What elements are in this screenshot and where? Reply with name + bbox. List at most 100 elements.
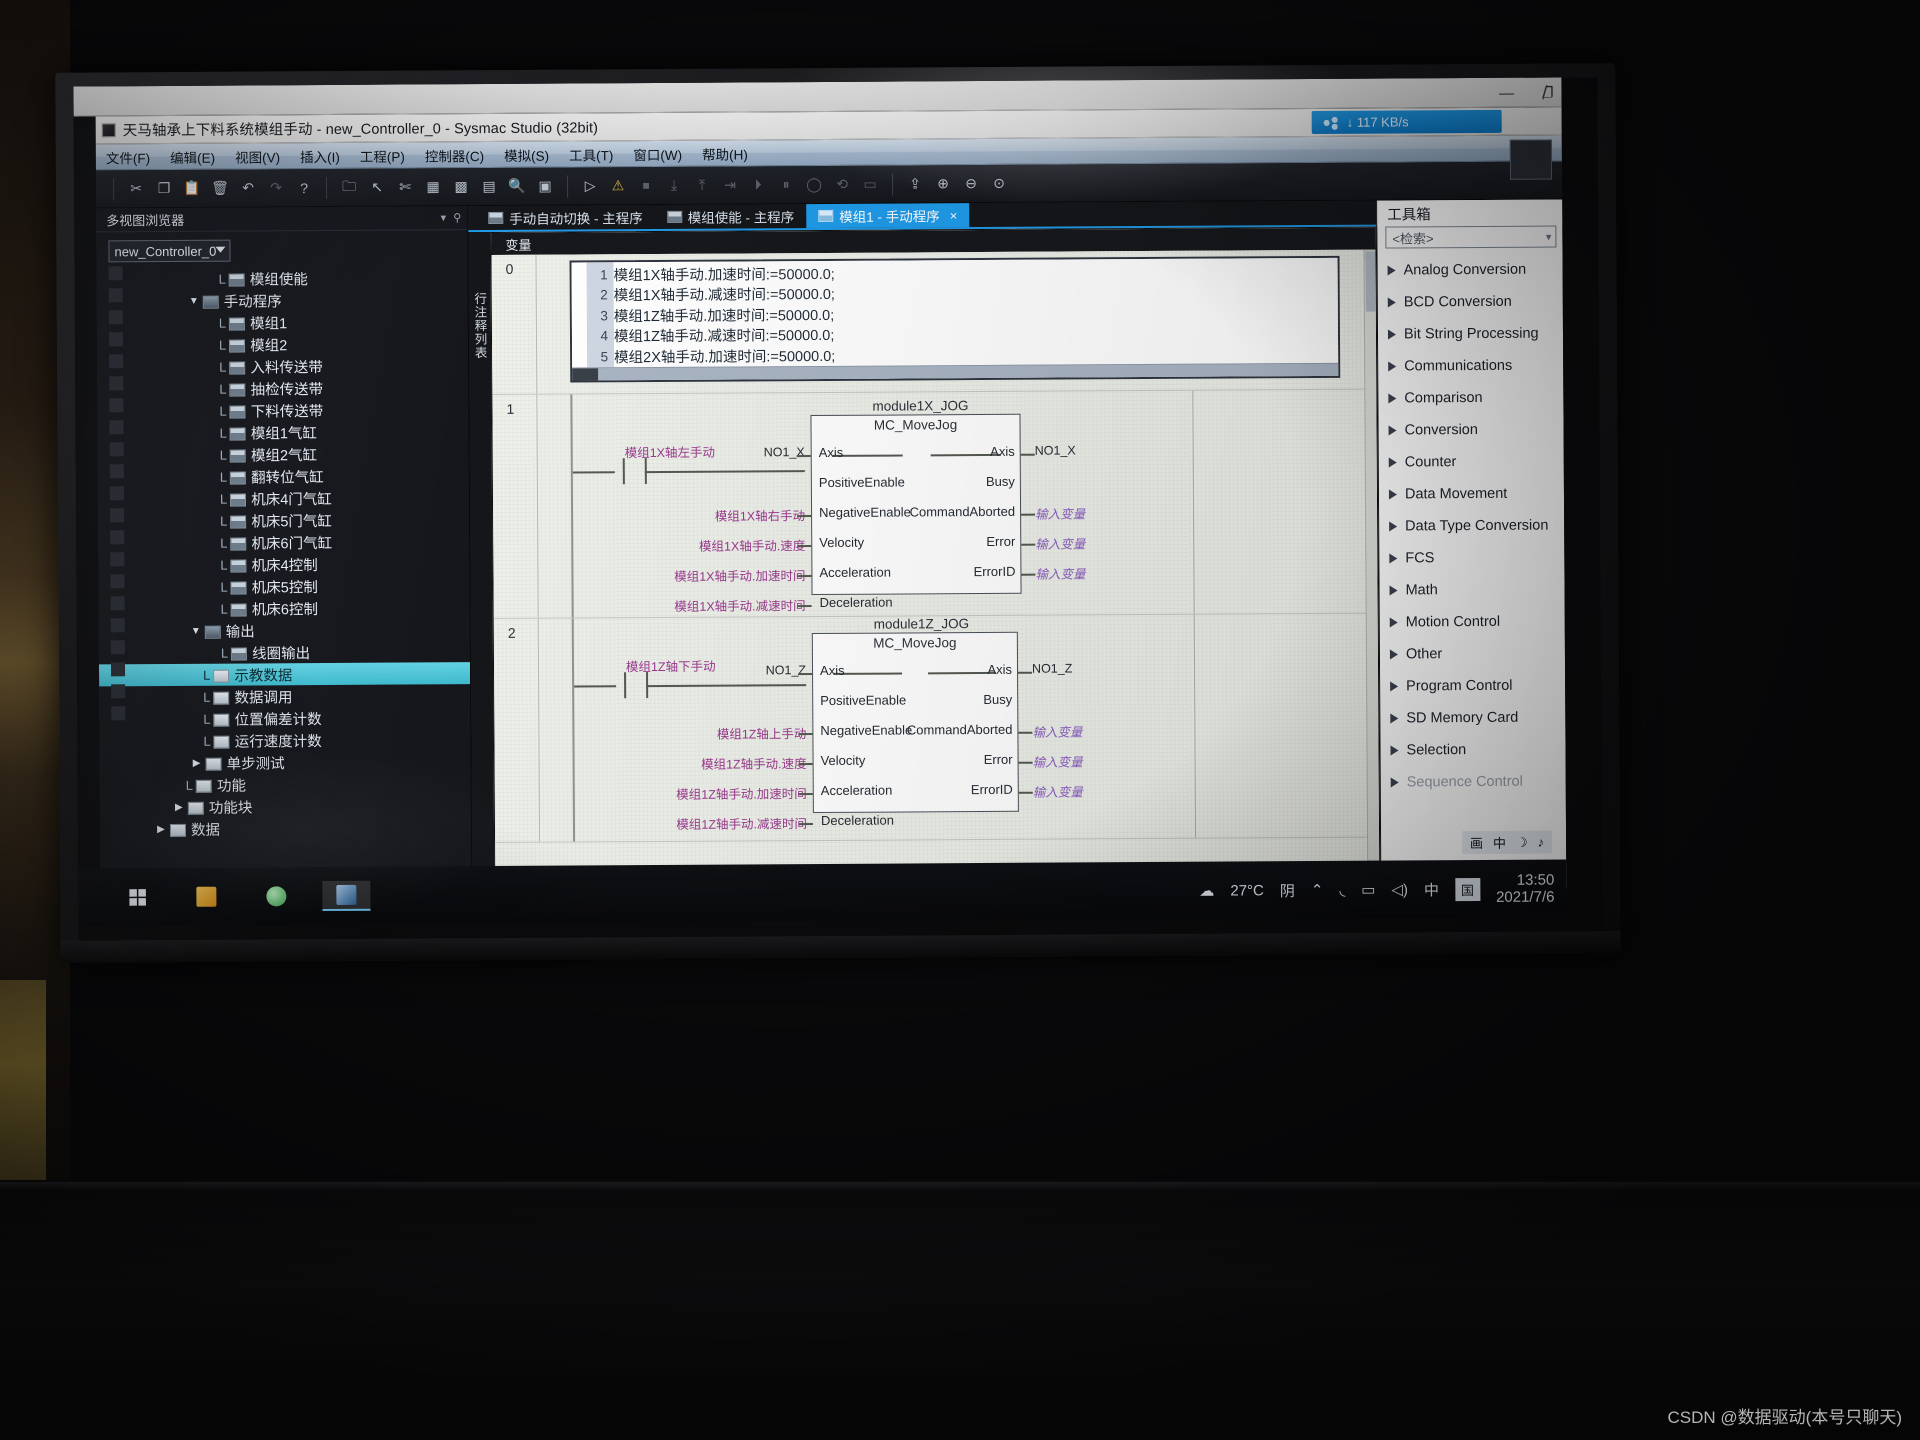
open-folder-icon[interactable]: 🗀: [336, 174, 362, 200]
fb-output-value[interactable]: NO1_X: [1035, 443, 1145, 457]
chevron-down-icon[interactable]: ▼: [189, 625, 203, 636]
tree-item-10[interactable]: L 机床4门气缸: [98, 486, 469, 510]
tree-item-5[interactable]: L 抽检传送带: [97, 376, 468, 400]
menu-item-edit[interactable]: 编辑(E): [170, 146, 215, 166]
zoom-fit-icon[interactable]: ⊙: [986, 170, 1012, 196]
tree-item-1[interactable]: ▼ 手动程序: [97, 288, 468, 312]
chevron-right-icon[interactable]: [1388, 393, 1397, 404]
tree-item-13[interactable]: L 机床4控制: [98, 552, 469, 576]
menu-item-simulation[interactable]: 模拟(S): [504, 144, 549, 164]
chevron-right-icon[interactable]: [1389, 617, 1398, 628]
chevron-up-icon[interactable]: ⌃: [1311, 881, 1324, 899]
fb-output-value[interactable]: 输入变量: [1033, 781, 1153, 801]
tree-item-14[interactable]: L 机床5控制: [98, 574, 469, 598]
controller-select[interactable]: new_Controller_0: [108, 239, 231, 263]
paste-icon[interactable]: 📋: [179, 175, 205, 201]
fb-output-value[interactable]: 输入变量: [1035, 563, 1155, 583]
step-into-icon[interactable]: ⤓: [661, 172, 687, 198]
tree-item-24[interactable]: ▶ 功能块: [100, 794, 471, 818]
menu-item-tools[interactable]: 工具(T): [569, 144, 613, 164]
toolbox-item-10[interactable]: Math: [1379, 573, 1564, 606]
ladder-editor[interactable]: 变量 0 1 模组1X轴手动.加速时间:=50000.0; 2 模组1X轴手动.…: [490, 226, 1381, 894]
chevron-right-icon[interactable]: [1390, 745, 1399, 756]
ime-indicator-1[interactable]: 中: [1493, 833, 1506, 852]
tree-item-23[interactable]: L 功能: [100, 772, 471, 796]
ime-box[interactable]: 国: [1454, 877, 1481, 901]
st-code-hscroll-thumb[interactable]: [572, 367, 599, 381]
editor-vertical-scrollbar[interactable]: [1363, 249, 1381, 872]
ime-floating-bar[interactable]: 画 中 ☽ ♪: [1461, 830, 1553, 855]
menu-item-controller[interactable]: 控制器(C): [425, 145, 484, 165]
ime-indicator-0[interactable]: 画: [1470, 833, 1483, 852]
run-icon[interactable]: ⏵: [745, 172, 771, 198]
tab-manual-auto-switch[interactable]: 手动自动切换 - 主程序: [476, 205, 655, 230]
tree-item-9[interactable]: L 翻转位气缸: [98, 464, 469, 488]
minimize-button[interactable]: —: [1499, 84, 1514, 101]
pin-icon[interactable]: ⚲: [453, 211, 461, 224]
tree-item-0[interactable]: L 模组使能: [97, 266, 468, 290]
toolbox-item-4[interactable]: Comparison: [1378, 381, 1563, 414]
table-icon[interactable]: ▤: [476, 173, 502, 199]
ime-indicator-2[interactable]: ☽: [1516, 834, 1528, 850]
tree-item-17[interactable]: L 线圈输出: [99, 640, 470, 664]
taskbar-app-sysmac-studio[interactable]: [322, 880, 371, 912]
search-icon[interactable]: ▾: [1546, 231, 1552, 244]
rung-2[interactable]: 2 模组1Z轴下手动 module1Z_JOG MC_MoveJog Axis …: [493, 613, 1368, 843]
tree-item-3[interactable]: L 模组2: [97, 332, 468, 356]
chevron-right-icon[interactable]: [1390, 713, 1399, 724]
st-code-hscroll-trough[interactable]: [598, 363, 1339, 381]
tree-item-4[interactable]: L 入料传送带: [97, 354, 468, 378]
fb-input-value[interactable]: 模组1X轴手动.减速时间: [598, 595, 806, 615]
tree-item-8[interactable]: L 模组2气缸: [98, 442, 469, 466]
toolbox-item-5[interactable]: Conversion: [1378, 413, 1563, 446]
step-over-icon[interactable]: ⤒: [689, 172, 715, 198]
toolbox-item-12[interactable]: Other: [1380, 637, 1565, 670]
redo-icon[interactable]: ↷: [263, 175, 289, 201]
chevron-right-icon[interactable]: [1388, 425, 1397, 436]
stop-icon[interactable]: ⏹: [633, 172, 659, 198]
fb-input-value[interactable]: 模组1Z轴手动.速度: [615, 753, 807, 773]
menu-item-insert[interactable]: 插入(I): [300, 145, 340, 165]
fb-input-value[interactable]: 模组1X轴手动.速度: [613, 535, 805, 555]
chevron-down-icon[interactable]: ▼: [187, 295, 201, 306]
fb-output-value[interactable]: 输入变量: [1035, 503, 1155, 523]
chevron-right-icon[interactable]: [1387, 329, 1397, 340]
ime-mode-label[interactable]: 中: [1424, 879, 1439, 900]
toolbox-item-13[interactable]: Program Control: [1380, 669, 1565, 702]
menu-item-file[interactable]: 文件(F): [106, 147, 150, 167]
chevron-right-icon[interactable]: [1389, 585, 1398, 596]
fb-input-value[interactable]: NO1_Z: [614, 663, 806, 678]
toolbox-item-9[interactable]: FCS: [1379, 541, 1564, 574]
chevron-right-icon[interactable]: [1387, 297, 1396, 308]
chevron-right-icon[interactable]: [1388, 457, 1397, 468]
tree-item-7[interactable]: L 模组1气缸: [98, 420, 469, 444]
tree-item-2[interactable]: L 模组1: [97, 310, 468, 334]
tab-module1-manual-program[interactable]: 模组1 - 手动程序 ×: [806, 203, 970, 229]
chevron-right-icon[interactable]: ▶: [172, 801, 186, 812]
toolbox-item-8[interactable]: Data Type Conversion: [1379, 509, 1564, 542]
battery-icon[interactable]: ▭: [1361, 881, 1375, 899]
toolbox-item-0[interactable]: Analog Conversion: [1377, 253, 1562, 286]
warning-icon[interactable]: ⚠: [605, 173, 631, 199]
step-out-icon[interactable]: ⇥: [717, 172, 743, 198]
ime-indicator-3[interactable]: ♪: [1538, 835, 1545, 850]
tree-item-12[interactable]: L 机床6门气缸: [98, 530, 469, 554]
tree-item-21[interactable]: L 运行速度计数: [99, 728, 470, 752]
st-code-box[interactable]: 1 模组1X轴手动.加速时间:=50000.0; 2 模组1X轴手动.减速时间:…: [569, 255, 1341, 383]
fb-input-value[interactable]: 模组1Z轴上手动: [614, 723, 807, 743]
toolbox-item-7[interactable]: Data Movement: [1379, 477, 1564, 510]
pointer-icon[interactable]: ↖: [364, 174, 390, 200]
tree-item-19[interactable]: L 数据调用: [99, 684, 470, 708]
monitor-icon[interactable]: ▭: [857, 171, 883, 197]
toolbox-item-16[interactable]: Sequence Control: [1381, 765, 1566, 798]
tree-item-16[interactable]: ▼ 输出: [99, 618, 470, 642]
find-icon[interactable]: 🔍: [504, 173, 530, 199]
toolbox-search-input[interactable]: <检索> ▾: [1385, 225, 1557, 249]
chevron-right-icon[interactable]: ▶: [190, 757, 204, 768]
watch-icon[interactable]: ◯: [801, 171, 827, 197]
fb-output-value[interactable]: NO1_Z: [1032, 661, 1142, 675]
start-button[interactable]: [114, 882, 160, 912]
toolbox-item-3[interactable]: Communications: [1378, 349, 1563, 382]
scissors-icon[interactable]: ✄: [392, 174, 418, 200]
ladder-canvas[interactable]: 0 1 模组1X轴手动.加速时间:=50000.0; 2 模组1X轴手动.减速时…: [491, 249, 1368, 877]
